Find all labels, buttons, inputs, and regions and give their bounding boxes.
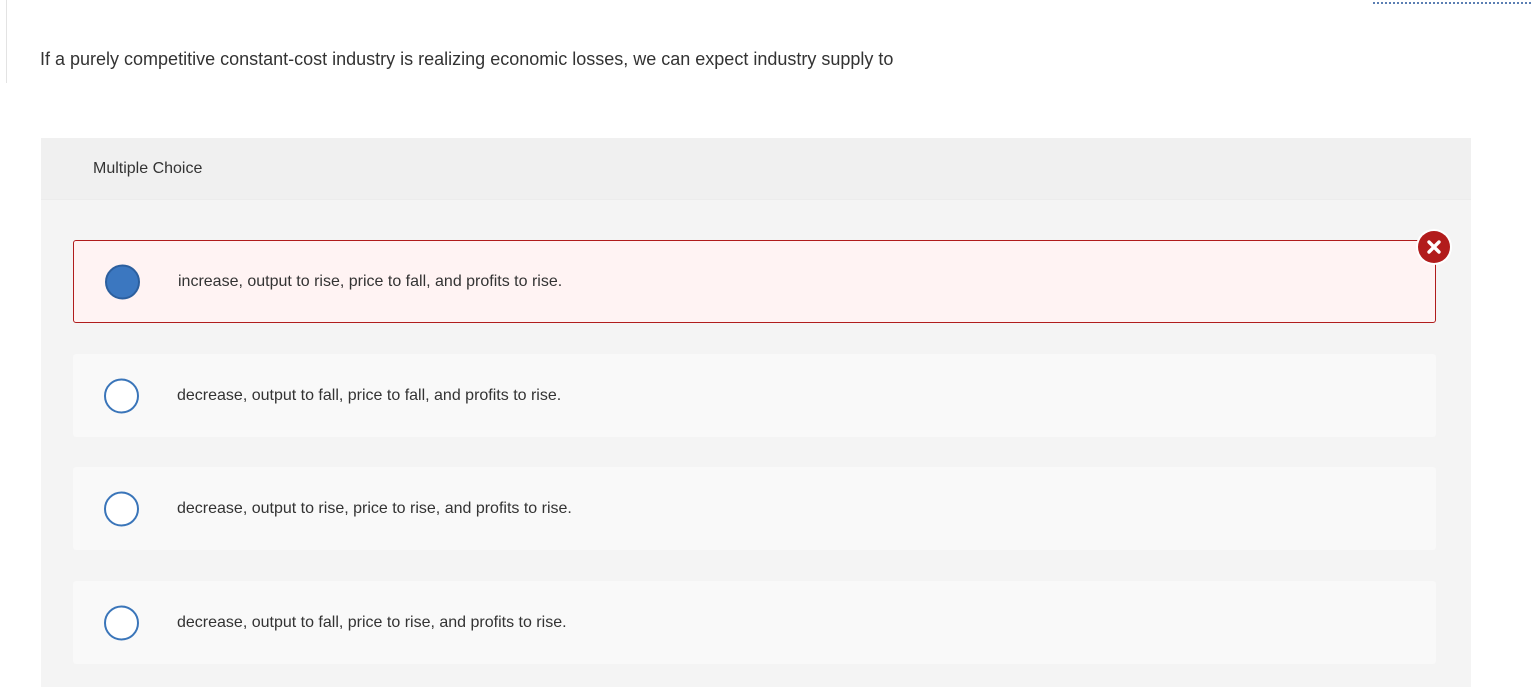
answer-option-label: decrease, output to fall, price to rise,… <box>177 613 567 631</box>
radio-button[interactable] <box>104 605 139 640</box>
multiple-choice-header-label: Multiple Choice <box>93 159 203 177</box>
answer-option-1[interactable]: increase, output to rise, price to fall,… <box>73 240 1436 323</box>
answer-option-label: increase, output to rise, price to fall,… <box>178 272 563 290</box>
left-divider <box>6 0 7 83</box>
radio-button[interactable] <box>104 491 139 526</box>
multiple-choice-panel: Multiple Choice increase, output to rise… <box>41 138 1471 687</box>
answer-option-label: decrease, output to fall, price to fall,… <box>177 386 562 404</box>
quiz-page: If a purely competitive constant-cost in… <box>0 0 1531 687</box>
radio-button[interactable] <box>104 378 139 413</box>
answer-option-4[interactable]: decrease, output to fall, price to rise,… <box>73 581 1436 664</box>
question-prompt: If a purely competitive constant-cost in… <box>40 49 894 69</box>
multiple-choice-header: Multiple Choice <box>41 138 1471 200</box>
answer-option-2[interactable]: decrease, output to fall, price to fall,… <box>73 354 1436 437</box>
answer-option-label: decrease, output to rise, price to rise,… <box>177 499 572 517</box>
x-circle-icon <box>1416 229 1452 265</box>
focus-outline-fragment <box>1373 0 1531 4</box>
radio-button-selected[interactable] <box>105 264 140 299</box>
answer-option-3[interactable]: decrease, output to rise, price to rise,… <box>73 467 1436 550</box>
